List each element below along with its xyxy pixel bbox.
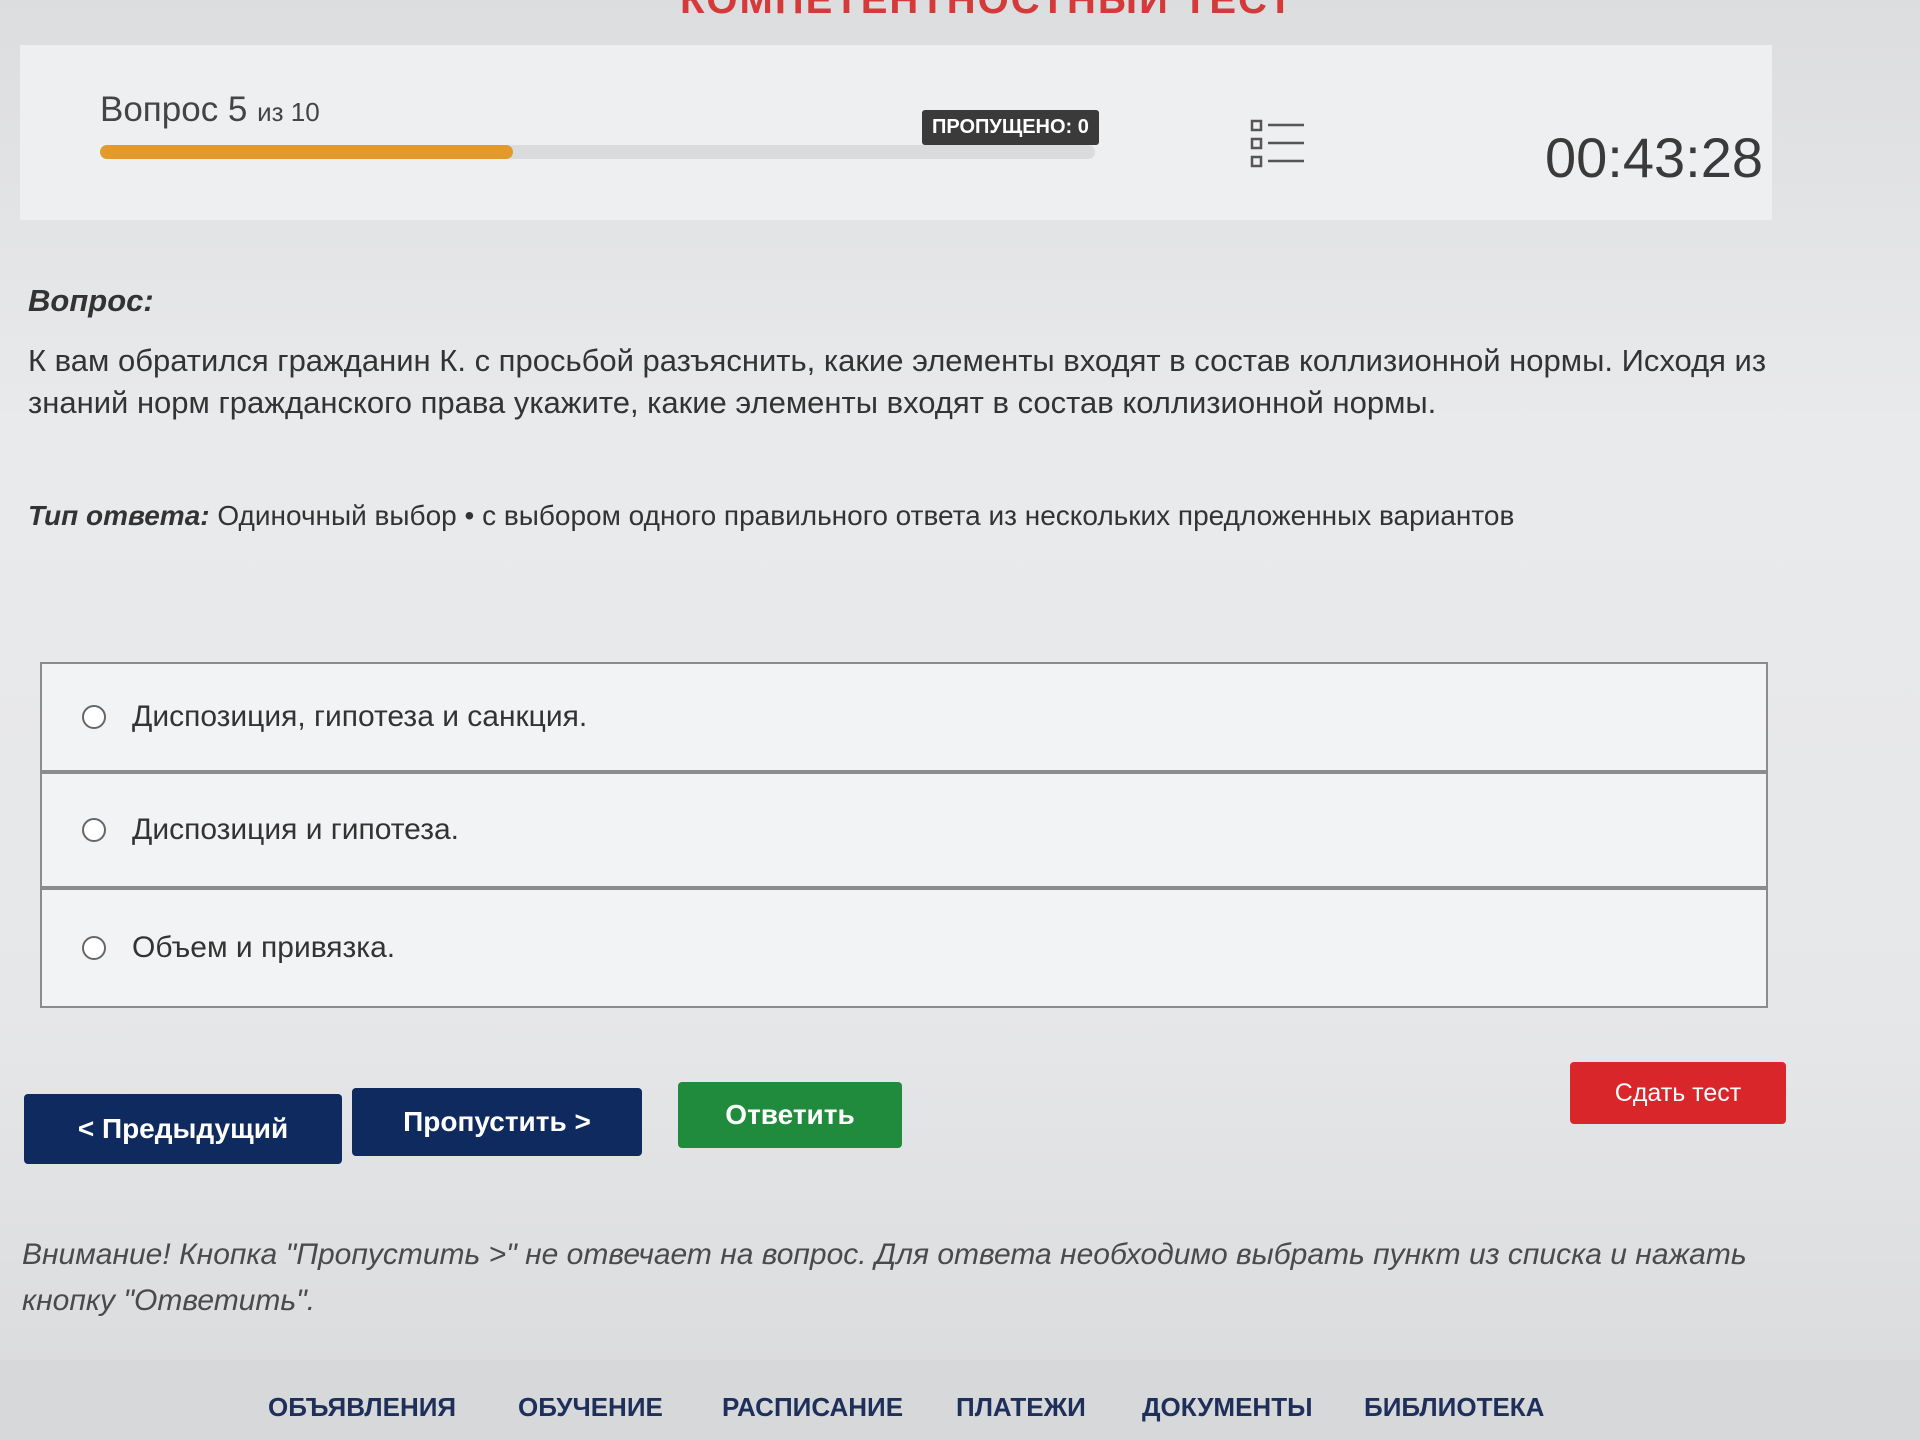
nav-item-announcements[interactable]: ОБЪЯВЛЕНИЯ: [268, 1392, 456, 1423]
answer-button[interactable]: Ответить: [678, 1082, 902, 1148]
nav-item-payments[interactable]: ПЛАТЕЖИ: [956, 1392, 1086, 1423]
question-list-icon[interactable]: [1250, 118, 1306, 170]
previous-button[interactable]: < Предыдущий: [24, 1094, 342, 1164]
answer-option-label: Диспозиция, гипотеза и санкция.: [132, 700, 588, 733]
page-title: КОМПЕТЕНТНОСТНЫЙ ТЕСТ: [680, 0, 1295, 22]
answer-option-3[interactable]: Объем и привязка.: [40, 888, 1768, 1008]
radio-button[interactable]: [82, 705, 106, 729]
answer-option-1[interactable]: Диспозиция, гипотеза и санкция.: [40, 662, 1768, 772]
answer-option-2[interactable]: Диспозиция и гипотеза.: [40, 772, 1768, 888]
skipped-badge: ПРОПУЩЕНО: 0: [922, 110, 1099, 145]
nav-item-library[interactable]: БИБЛИОТЕКА: [1364, 1392, 1544, 1423]
skip-button[interactable]: Пропустить >: [352, 1088, 642, 1156]
answer-type: Тип ответа: Одиночный выбор • с выбором …: [28, 500, 1788, 532]
question-counter: Вопрос 5 из 10: [100, 90, 320, 130]
footer-nav: ОБЪЯВЛЕНИЯ ОБУЧЕНИЕ РАСПИСАНИЕ ПЛАТЕЖИ Д…: [0, 1360, 1920, 1440]
answer-type-value: Одиночный выбор • с выбором одного прави…: [217, 500, 1515, 531]
answer-type-label: Тип ответа:: [28, 500, 210, 531]
nav-item-documents[interactable]: ДОКУМЕНТЫ: [1142, 1392, 1313, 1423]
test-header: [20, 45, 1772, 220]
progress-bar: [100, 145, 1095, 159]
countdown-timer: 00:43:28: [1545, 126, 1763, 189]
question-text: К вам обратился гражданин К. с просьбой …: [28, 343, 1767, 420]
question-total: из 10: [257, 97, 320, 127]
radio-button[interactable]: [82, 936, 106, 960]
test-page: КОМПЕТЕНТНОСТНЫЙ ТЕСТ Вопрос 5 из 10 ПРО…: [0, 0, 1920, 1440]
question-label: Вопрос:: [28, 283, 154, 318]
skip-warning: Внимание! Кнопка "Пропустить >" не отвеч…: [22, 1238, 1747, 1317]
answer-option-label: Объем и привязка.: [132, 931, 396, 964]
answer-option-label: Диспозиция и гипотеза.: [132, 813, 459, 846]
radio-button[interactable]: [82, 818, 106, 842]
nav-item-schedule[interactable]: РАСПИСАНИЕ: [722, 1392, 903, 1423]
submit-test-button[interactable]: Сдать тест: [1570, 1062, 1786, 1124]
question-number: Вопрос 5: [100, 90, 248, 129]
progress-bar-fill: [100, 145, 513, 159]
nav-item-learning[interactable]: ОБУЧЕНИЕ: [518, 1392, 663, 1423]
